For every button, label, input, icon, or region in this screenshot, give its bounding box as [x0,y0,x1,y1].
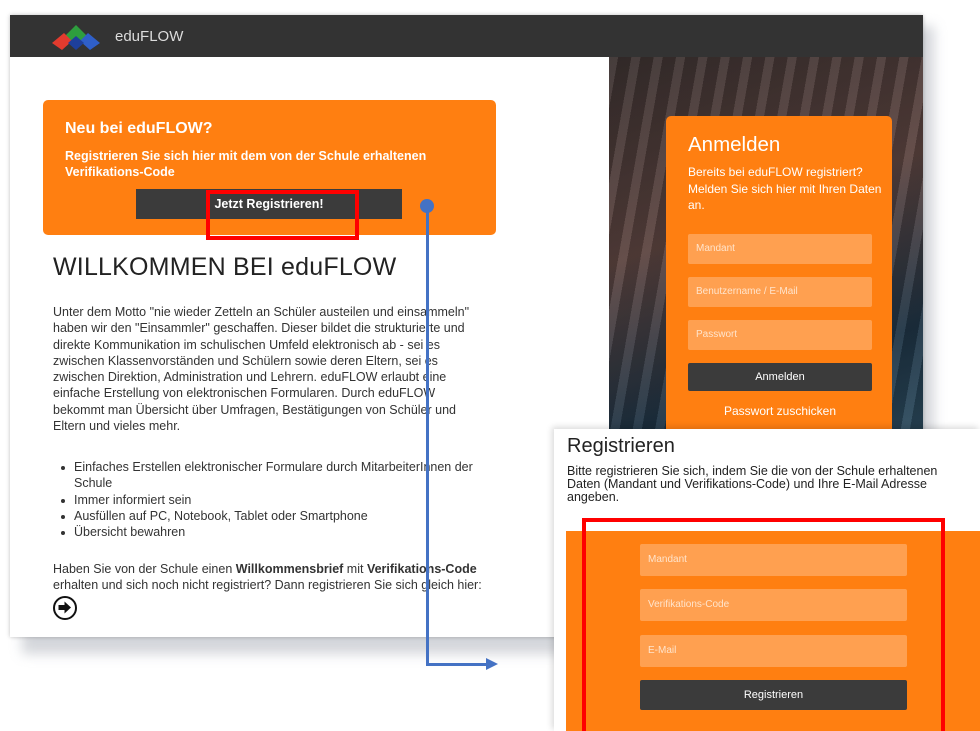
connector-line-horizontal [426,663,488,666]
new-user-title: Neu bei eduFLOW? [65,120,213,137]
welcome-letter-bold: Willkommensbrief [235,562,344,576]
login-username-input[interactable] [688,277,872,307]
brand-name[interactable]: eduFLOW [115,28,183,45]
closing-text-1: Haben Sie von der Schule einen [53,562,236,576]
login-button[interactable]: Anmelden [688,363,872,391]
login-password-input[interactable] [688,320,872,350]
closing-text-2: mit [343,562,367,576]
connector-arrow-icon [486,658,498,670]
forgot-password-link[interactable]: Passwort zuschicken [688,404,872,418]
login-title: Anmelden [688,133,781,156]
verification-code-bold: Verifikations-Code [366,562,477,576]
login-panel: Anmelden Bereits bei eduFLOW registriert… [666,116,892,438]
new-user-text: Registrieren Sie sich hier mit dem von d… [65,149,427,179]
login-description: Bereits bei eduFLOW registriert? Melden … [688,165,882,212]
register-description: Bitte registrieren Sie sich, indem Sie d… [567,464,938,504]
login-mandant-input[interactable] [688,234,872,264]
highlight-register-now [206,190,359,240]
welcome-heading: WILLKOMMEN BEI eduFLOW [53,253,397,281]
register-title: Registrieren [567,435,675,457]
closing-text-3: erhalten und sich noch nicht registriert… [53,578,482,593]
highlight-register-form [582,518,945,731]
intro-paragraph: Unter dem Motto "nie wieder Zetteln an S… [53,305,470,434]
connector-line-vertical [426,206,429,666]
eduflow-logo-icon[interactable] [50,23,102,51]
top-navbar: eduFLOW [10,15,923,57]
arrow-right-circle-icon[interactable] [53,596,77,620]
